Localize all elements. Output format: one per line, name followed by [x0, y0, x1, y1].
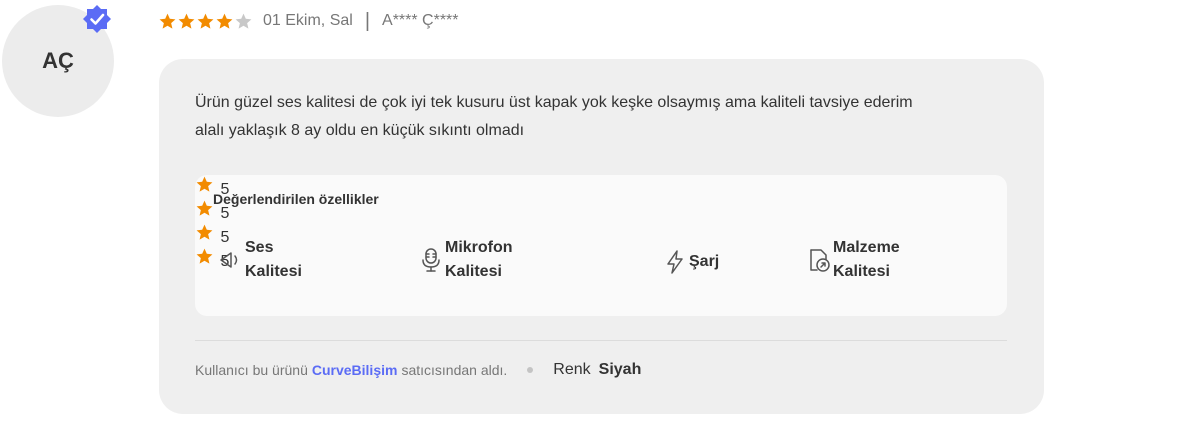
star-rating	[158, 12, 253, 31]
star-filled-icon	[216, 13, 233, 29]
review-card: Ürün güzel ses kalitesi de çok iyi tek k…	[159, 59, 1044, 414]
star-filled-icon	[197, 13, 214, 29]
rated-features-title: Değerlendirilen özellikler	[213, 191, 379, 207]
seller-suffix: satıcısından aldı.	[401, 362, 508, 378]
feature-label: Malzeme Kalitesi	[833, 239, 900, 280]
star-filled-icon	[159, 13, 176, 29]
feature-label: Ses Kalitesi	[245, 239, 302, 280]
star-filled-icon	[178, 13, 195, 29]
microphone-icon	[417, 246, 445, 274]
star-empty-icon	[235, 13, 252, 29]
verified-badge-icon	[82, 4, 112, 34]
feature-malzeme-kalitesi: Malzeme Kalitesi	[805, 236, 900, 284]
reviewer-name: A**** Ç****	[382, 12, 459, 29]
reviewer-initials: AÇ	[42, 48, 74, 73]
rated-features-panel: Değerlendirilen özellikler Ses Kalitesi …	[195, 175, 1007, 316]
seller-link[interactable]: CurveBilişim	[312, 362, 398, 378]
feature-ses-kalitesi: Ses Kalitesi	[217, 236, 302, 284]
review-meta: 01 Ekim, Sal | A**** Ç****	[158, 9, 459, 33]
lightning-icon	[661, 248, 689, 276]
attribute-value: Siyah	[598, 361, 642, 378]
attribute-key: Renk	[553, 361, 591, 378]
card-divider	[195, 340, 1007, 341]
review-date: 01 Ekim, Sal	[263, 12, 353, 29]
purchase-info: Kullanıcı bu ürünü CurveBilişim satıcısı…	[195, 358, 641, 382]
separator-dot	[527, 367, 534, 373]
material-icon	[805, 246, 833, 274]
seller-prefix: Kullanıcı bu ürünü	[195, 362, 308, 378]
feature-sarj: Şarj	[661, 248, 719, 276]
review-text: Ürün güzel ses kalitesi de çok iyi tek k…	[195, 89, 995, 145]
meta-divider: |	[364, 10, 371, 32]
feature-label: Şarj	[689, 253, 720, 270]
speaker-icon	[217, 246, 245, 274]
feature-mikrofon-kalitesi: Mikrofon Kalitesi	[417, 236, 513, 284]
review-text-line: alalı yaklaşık 8 ay oldu en küçük sıkınt…	[195, 122, 525, 139]
review-text-line: Ürün güzel ses kalitesi de çok iyi tek k…	[195, 94, 913, 111]
feature-label: Mikrofon Kalitesi	[445, 239, 513, 280]
